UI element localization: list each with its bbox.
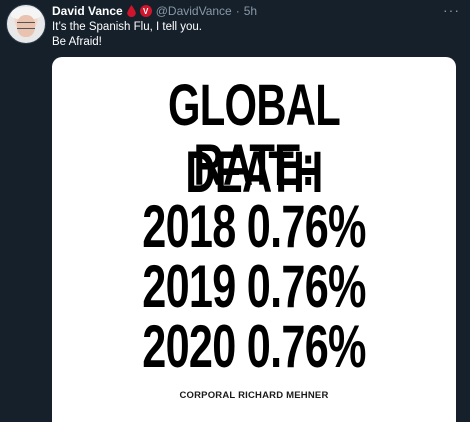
more-options-icon[interactable]: ··· bbox=[443, 2, 460, 18]
author-name[interactable]: David Vance bbox=[52, 4, 123, 18]
image-rate-line-2019: 2019 0.76% bbox=[142, 253, 366, 320]
image-rate-line-2020: 2020 0.76% bbox=[142, 313, 366, 380]
tweet-text-line: It’s the Spanish Flu, I tell you. bbox=[52, 21, 203, 33]
author-handle[interactable]: @DavidVance bbox=[156, 4, 232, 18]
tweet[interactable]: David Vance V @DavidVance · 5h ··· It’s … bbox=[0, 0, 470, 422]
image-rate-line-2018: 2018 0.76% bbox=[142, 193, 366, 260]
tweet-text: It’s the Spanish Flu, I tell you. Be Afr… bbox=[52, 20, 202, 50]
blood-drop-icon bbox=[126, 5, 136, 17]
tweet-image[interactable]: GLOBAL DEATH RATE: 2018 0.76% 2019 0.76%… bbox=[52, 57, 456, 422]
avatar-glasses bbox=[17, 22, 35, 29]
tweet-timestamp[interactable]: 5h bbox=[244, 4, 257, 18]
image-headline-line: RATE: bbox=[193, 133, 316, 198]
tweet-text-line: Be Afraid! bbox=[52, 36, 102, 48]
verified-v-icon: V bbox=[139, 5, 152, 17]
avatar[interactable] bbox=[6, 4, 46, 44]
separator-dot: · bbox=[235, 4, 240, 18]
image-credit: CORPORAL RICHARD MEHNER bbox=[179, 390, 329, 401]
tweet-header: David Vance V @DavidVance · 5h bbox=[52, 3, 257, 19]
